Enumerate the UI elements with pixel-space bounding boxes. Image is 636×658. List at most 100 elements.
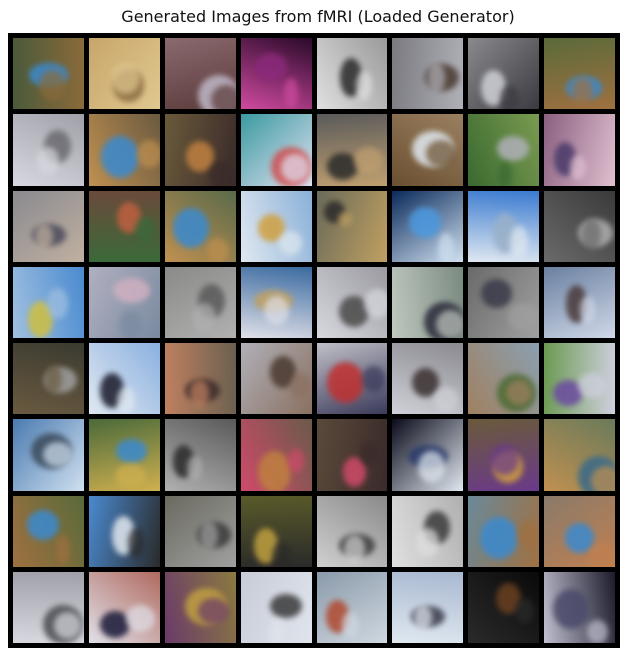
image-blob <box>359 442 379 466</box>
generated-image-tile <box>468 571 540 643</box>
image-blob <box>353 147 383 175</box>
image-blob <box>427 63 446 93</box>
image-blob <box>578 372 606 398</box>
image-blob <box>362 365 385 392</box>
generated-image-tile <box>164 419 236 491</box>
image-blob <box>580 296 595 325</box>
generated-image-tile <box>13 114 84 186</box>
generated-image-tile <box>13 190 84 262</box>
generated-image-tile <box>544 419 615 491</box>
image-blob <box>438 233 454 262</box>
image-blob <box>337 211 352 227</box>
generated-image-tile <box>316 266 388 338</box>
image-blob <box>364 288 388 318</box>
image-blob <box>36 147 60 176</box>
image-blob <box>571 77 593 107</box>
generated-image-tile <box>240 343 312 415</box>
generated-image-tile <box>316 38 388 110</box>
image-blob <box>508 303 539 332</box>
image-blob <box>408 207 442 238</box>
image-blob <box>514 598 535 623</box>
generated-image-tile <box>468 114 540 186</box>
image-blob <box>112 278 150 304</box>
generated-image-tile <box>13 419 84 491</box>
generated-image-tile <box>88 343 160 415</box>
generated-image-tile <box>316 343 388 415</box>
image-blob <box>116 439 148 463</box>
generated-image-tile <box>240 495 312 567</box>
generated-image-tile <box>316 114 388 186</box>
image-blob <box>510 226 528 258</box>
image-blob <box>263 295 290 326</box>
image-blob <box>100 135 139 178</box>
image-blob <box>27 510 60 540</box>
image-blob <box>499 84 520 110</box>
generated-image-tile <box>316 495 388 567</box>
image-blob <box>55 535 71 566</box>
image-blob <box>45 365 62 393</box>
generated-image-tile <box>468 190 540 262</box>
generated-image-tile <box>392 190 464 262</box>
generated-image-tile <box>544 343 615 415</box>
image-blob <box>497 161 513 186</box>
image-blob <box>289 372 312 400</box>
generated-image-tile <box>88 38 160 110</box>
image-blob <box>425 140 457 167</box>
generated-image-tile <box>164 266 236 338</box>
generated-image-tile <box>164 495 236 567</box>
generated-image-tile <box>468 266 540 338</box>
image-blob <box>137 140 160 168</box>
image-blob <box>590 465 615 491</box>
generated-image-tile <box>88 495 160 567</box>
image-blob <box>279 231 303 256</box>
image-blob <box>117 386 136 414</box>
image-blob <box>43 442 73 467</box>
image-blob <box>283 77 298 108</box>
generated-image-tile <box>468 343 540 415</box>
image-blob <box>569 154 587 181</box>
image-blob <box>173 207 210 248</box>
generated-image-tile <box>468 38 540 110</box>
generated-image-tile <box>240 266 312 338</box>
generated-image-tile <box>88 114 160 186</box>
generated-image-tile <box>13 571 84 643</box>
generated-image-tile <box>544 495 615 567</box>
image-blob <box>497 136 530 161</box>
generated-image-tile <box>13 343 84 415</box>
generated-image-tile <box>164 114 236 186</box>
generated-image-tile <box>392 266 464 338</box>
generated-image-tile <box>88 419 160 491</box>
generated-image-tile <box>240 571 312 643</box>
image-blob <box>327 153 358 181</box>
image-blob <box>125 604 156 632</box>
image-blob <box>135 216 155 242</box>
generated-image-tile <box>164 343 236 415</box>
image-blob <box>255 52 288 83</box>
generated-image-tile <box>392 38 464 110</box>
generated-image-tile <box>392 571 464 643</box>
generated-image-tile <box>544 114 615 186</box>
image-grid <box>8 33 620 648</box>
image-blob <box>209 161 236 186</box>
image-blob <box>47 288 69 319</box>
generated-image-tile <box>88 190 160 262</box>
image-blob <box>342 612 359 638</box>
generated-image-tile <box>316 571 388 643</box>
image-blob <box>586 619 609 643</box>
generated-image-tile <box>13 266 84 338</box>
image-blob <box>211 84 236 110</box>
image-blob <box>344 535 366 564</box>
image-blob <box>418 451 446 483</box>
generated-image-tile <box>468 495 540 567</box>
generated-image-tile <box>316 419 388 491</box>
generated-image-tile <box>544 266 615 338</box>
image-blob <box>272 542 292 567</box>
image-blob <box>480 516 519 560</box>
image-blob <box>270 619 285 643</box>
generated-image-tile <box>392 114 464 186</box>
generated-image-tile <box>316 190 388 262</box>
image-blob <box>111 63 140 94</box>
generated-image-tile <box>164 571 236 643</box>
generated-image-tile <box>240 38 312 110</box>
image-blob <box>119 309 142 338</box>
